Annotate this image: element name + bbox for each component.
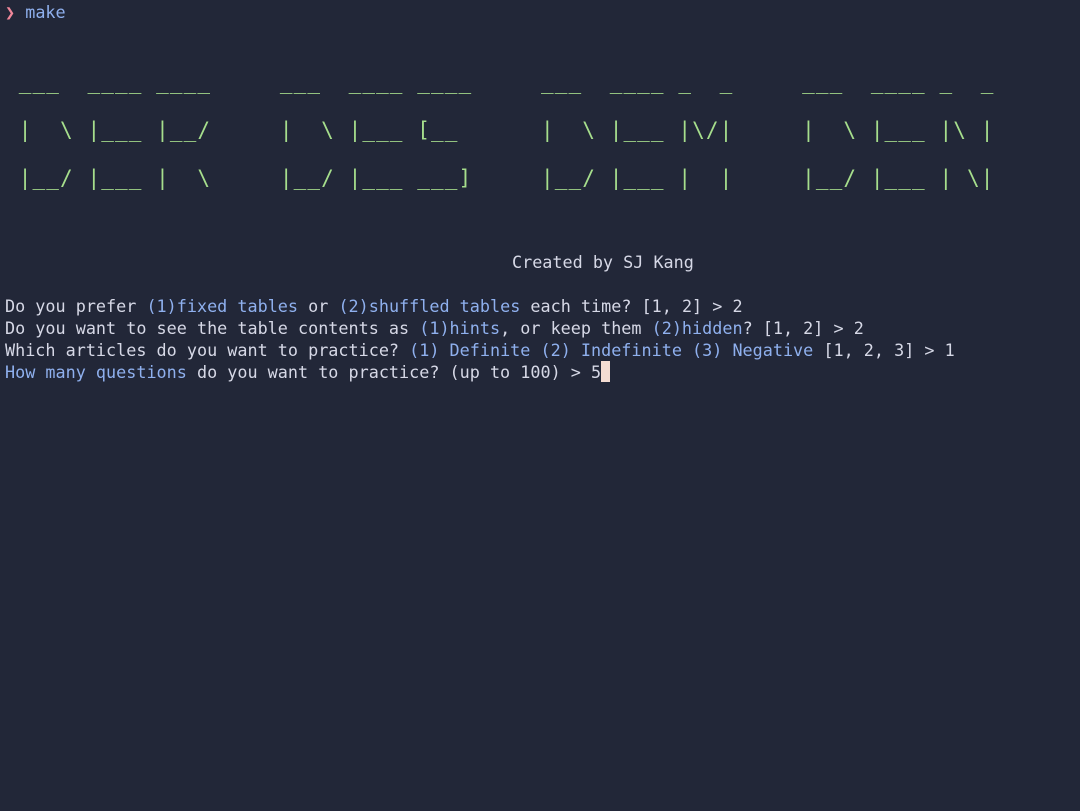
option-article-types: (1) Definite (2) Indefinite (3) Negative	[409, 340, 814, 360]
question-text: Do you want to see the table contents as	[5, 318, 420, 338]
question-highlight: How many questions	[5, 362, 187, 382]
command-prompt-line: ❯ make	[5, 1, 1080, 23]
option-hints: (1)hints	[419, 318, 501, 338]
prompt-chevron-icon: ❯	[5, 2, 16, 22]
option-fixed-tables: (1)fixed tables	[146, 296, 299, 316]
option-shuffled-tables: (2)shuffled tables	[338, 296, 521, 316]
question-input-text[interactable]: do you want to practice? (up to 100) > 5	[187, 362, 601, 382]
question-answer-text: each time? [1, 2] > 2	[520, 296, 743, 316]
terminal-window[interactable]: ❯ make ___ ____ ____ ___ ____ ____ ___ _…	[0, 1, 1080, 811]
question-text: , or keep them	[500, 318, 652, 338]
question-line-table-order: Do you prefer (1)fixed tables or (2)shuf…	[5, 295, 1080, 317]
ascii-banner: ___ ____ ____ ___ ____ ____ ___ ____ _ _…	[5, 42, 1080, 218]
text-cursor[interactable]	[601, 361, 611, 382]
question-line-table-visibility: Do you want to see the table contents as…	[5, 317, 1080, 339]
author-credit: Created by SJ Kang	[512, 252, 694, 272]
ascii-banner-line: ___ ____ ____ ___ ____ ____ ___ ____ _ _…	[5, 70, 1009, 94]
question-text: Do you prefer	[5, 296, 147, 316]
option-hidden: (2)hidden	[651, 318, 743, 338]
question-line-articles: Which articles do you want to practice? …	[5, 339, 1080, 361]
ascii-banner-line: |__/ |___ | \ |__/ |___ ___] |__/ |___ |…	[5, 166, 1009, 190]
question-line-count[interactable]: How many questions do you want to practi…	[5, 361, 1080, 383]
command-text: make	[25, 2, 66, 22]
question-text: Which articles do you want to practice?	[5, 340, 410, 360]
ascii-banner-line: | \ |___ |__/ | \ |___ [__ | \ |___ |\/|…	[5, 118, 1009, 142]
question-answer-text: [1, 2, 3] > 1	[813, 340, 955, 360]
question-answer-text: ? [1, 2] > 2	[742, 318, 864, 338]
question-text: or	[298, 296, 339, 316]
